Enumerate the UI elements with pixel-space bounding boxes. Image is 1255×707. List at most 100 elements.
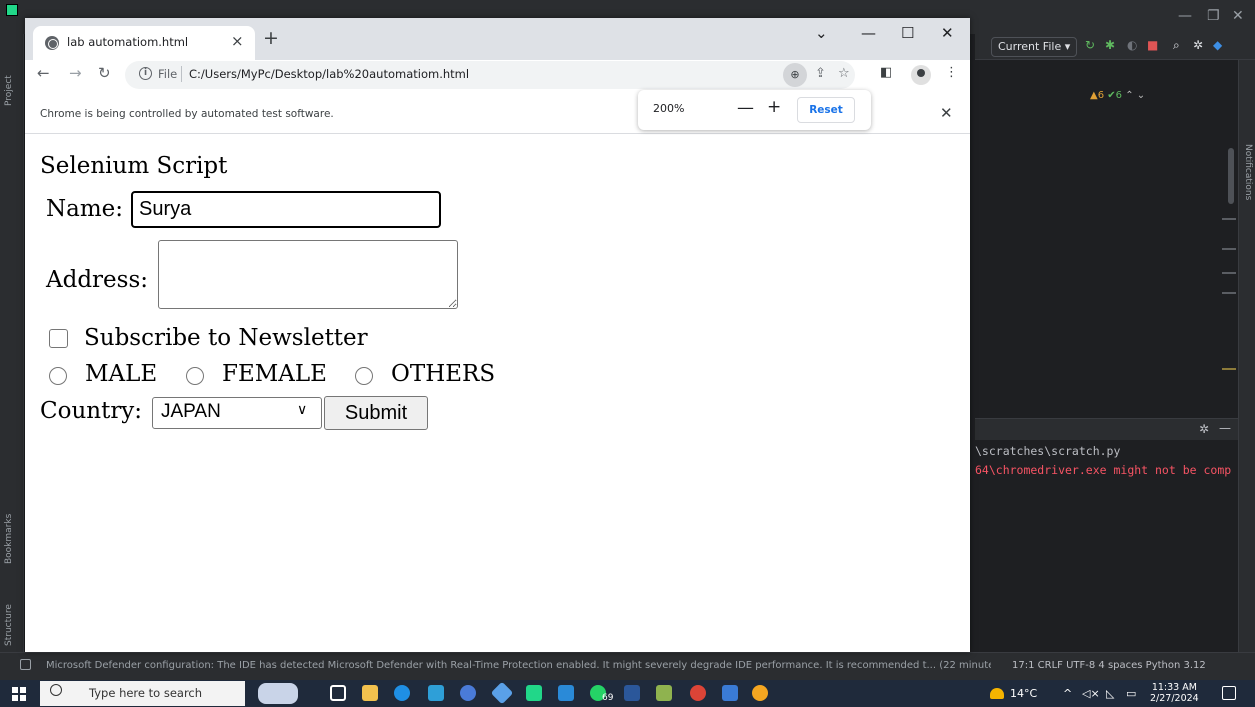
forward-arrow-icon[interactable]: →	[69, 64, 82, 82]
close-tab-icon[interactable]: ×	[231, 32, 244, 50]
jetbrains-ai-icon[interactable]: ◆	[1213, 38, 1222, 52]
coverage-icon[interactable]: ◐	[1127, 38, 1137, 52]
maximize-icon[interactable]: ☐	[901, 24, 914, 42]
page-title: Selenium Script	[40, 153, 228, 179]
tab-search-chevron-icon[interactable]: ⌄	[815, 24, 828, 42]
url-divider	[181, 66, 182, 82]
side-panel-icon[interactable]: ◧	[880, 65, 892, 80]
app-icon[interactable]	[460, 685, 476, 701]
ide-minimize-icon[interactable]: —	[1178, 8, 1192, 24]
ide-statusbar: Microsoft Defender configuration: The ID…	[0, 652, 1255, 680]
store-icon[interactable]	[428, 685, 444, 701]
search-highlight-image-icon[interactable]	[258, 683, 298, 704]
pycharm-taskbar-icon[interactable]	[526, 685, 542, 701]
error-stripe-mark	[1222, 368, 1236, 370]
taskbar-search-placeholder: Type here to search	[89, 686, 203, 700]
ide-restore-icon[interactable]: ❐	[1207, 8, 1220, 24]
photos-icon[interactable]	[722, 685, 738, 701]
menu-kebab-icon[interactable]: ⋮	[945, 65, 958, 80]
clock-date: 2/27/2024	[1150, 693, 1199, 704]
status-widget-icon[interactable]	[20, 659, 31, 670]
chrome-active-icon[interactable]	[752, 685, 768, 701]
weather-temp[interactable]: 14°C	[1010, 687, 1037, 700]
run-icon[interactable]: ↻	[1085, 38, 1095, 52]
tray-chevron-icon[interactable]: ^	[1063, 687, 1072, 700]
vscode-icon[interactable]	[558, 685, 574, 701]
minimize-icon[interactable]: —	[861, 24, 876, 42]
structure-tool-tab[interactable]: Structure	[4, 604, 14, 646]
weather-icon	[990, 688, 1004, 699]
status-indicators[interactable]: 17:1 CRLF UTF-8 4 spaces Python 3.12	[1012, 660, 1206, 671]
address-label: Address:	[46, 267, 149, 293]
reload-icon[interactable]: ↻	[98, 64, 111, 82]
windows-start-icon[interactable]	[12, 687, 26, 701]
notepad-icon[interactable]	[656, 685, 672, 701]
console-error-line: 64\chromedriver.exe might not be comp	[975, 463, 1232, 477]
battery-icon[interactable]: ▭	[1126, 687, 1136, 700]
bookmark-star-icon[interactable]: ☆	[838, 66, 850, 81]
zoom-magnifier-icon[interactable]: ⊕	[783, 63, 807, 87]
newsletter-checkbox[interactable]	[49, 329, 68, 348]
new-tab-icon[interactable]: +	[263, 27, 279, 49]
app-diamond-icon[interactable]	[490, 681, 514, 705]
zoom-out-button[interactable]: —	[737, 98, 754, 118]
url-text[interactable]: C:/Users/MyPc/Desktop/lab%20automatiom.h…	[189, 67, 469, 81]
inspection-widget[interactable]: ▲6 ✔6 ⌃ ⌄	[1090, 90, 1145, 101]
browser-tab[interactable]: lab automatiom.html ×	[33, 26, 255, 60]
task-view-icon[interactable]	[330, 685, 346, 701]
error-stripe-mark	[1222, 292, 1236, 294]
gender-radio-others[interactable]	[355, 367, 373, 385]
profile-avatar-icon[interactable]	[911, 65, 931, 85]
chevron-up-icon[interactable]: ⌃	[1125, 90, 1133, 101]
newsletter-label: Subscribe to Newsletter	[84, 325, 368, 351]
edge-browser-icon[interactable]	[394, 685, 410, 701]
run-settings-icon[interactable]: ✲	[1199, 422, 1209, 436]
pycharm-logo-icon	[6, 4, 18, 16]
address-bar[interactable]: i File C:/Users/MyPc/Desktop/lab%20autom…	[125, 61, 855, 89]
country-selected-value: JAPAN	[161, 401, 221, 422]
ide-right-toolstrip: Notifications	[1238, 60, 1255, 652]
zoom-reset-button[interactable]: Reset	[797, 97, 855, 123]
gender-radio-male[interactable]	[49, 367, 67, 385]
editor-scrollbar[interactable]	[1228, 148, 1234, 204]
gender-label-others: OTHERS	[391, 361, 496, 387]
submit-button[interactable]: Submit	[324, 396, 428, 430]
infobar-close-icon[interactable]: ✕	[940, 104, 953, 122]
notifications-tool-tab[interactable]: Notifications	[1243, 144, 1253, 200]
name-input[interactable]	[131, 191, 441, 228]
chevron-down-icon[interactable]: ⌄	[1137, 90, 1145, 101]
code-editor[interactable]	[975, 80, 1238, 410]
ide-close-icon[interactable]: ✕	[1232, 8, 1244, 24]
notification-center-icon[interactable]	[1222, 686, 1236, 700]
bookmarks-tool-tab[interactable]: Bookmarks	[4, 514, 14, 564]
status-message[interactable]: Microsoft Defender configuration: The ID…	[46, 660, 991, 671]
debug-icon[interactable]: ✱	[1105, 38, 1115, 52]
settings-gear-icon[interactable]: ✲	[1193, 38, 1203, 52]
zoom-in-button[interactable]: +	[767, 97, 781, 117]
close-window-icon[interactable]: ✕	[941, 24, 954, 42]
back-arrow-icon[interactable]: ←	[37, 64, 50, 82]
site-info-icon[interactable]: i	[139, 67, 152, 80]
run-console[interactable]: \scratches\scratch.py 64\chromedriver.ex…	[975, 440, 1238, 652]
run-hide-icon[interactable]: —	[1219, 421, 1231, 435]
file-explorer-icon[interactable]	[362, 685, 378, 701]
address-textarea[interactable]	[158, 240, 458, 309]
system-clock[interactable]: 11:33 AM 2/27/2024	[1150, 682, 1199, 704]
run-config-dropdown[interactable]: Current File ▾	[991, 37, 1078, 57]
gender-radio-female[interactable]	[186, 367, 204, 385]
project-tool-tab[interactable]: Project	[4, 75, 14, 106]
volume-icon[interactable]: ◁×	[1082, 687, 1100, 700]
ok-count: ✔6	[1107, 90, 1122, 101]
share-icon[interactable]: ⇪	[815, 66, 826, 81]
taskbar-search-box[interactable]: Type here to search	[40, 681, 245, 706]
chrome-window: lab automatiom.html × + ⌄ — ☐ ✕ ← → ↻ i …	[25, 18, 970, 652]
country-select[interactable]: JAPAN ∨	[152, 397, 322, 429]
error-stripe-mark	[1222, 272, 1236, 274]
network-icon[interactable]: ◺	[1106, 687, 1114, 700]
globe-icon	[45, 36, 59, 50]
search-everywhere-icon[interactable]: ⌕	[1173, 38, 1180, 53]
word-icon[interactable]	[624, 685, 640, 701]
chrome-icon[interactable]	[690, 685, 706, 701]
stop-icon[interactable]: ■	[1147, 38, 1158, 52]
gender-label-male: MALE	[85, 361, 158, 387]
